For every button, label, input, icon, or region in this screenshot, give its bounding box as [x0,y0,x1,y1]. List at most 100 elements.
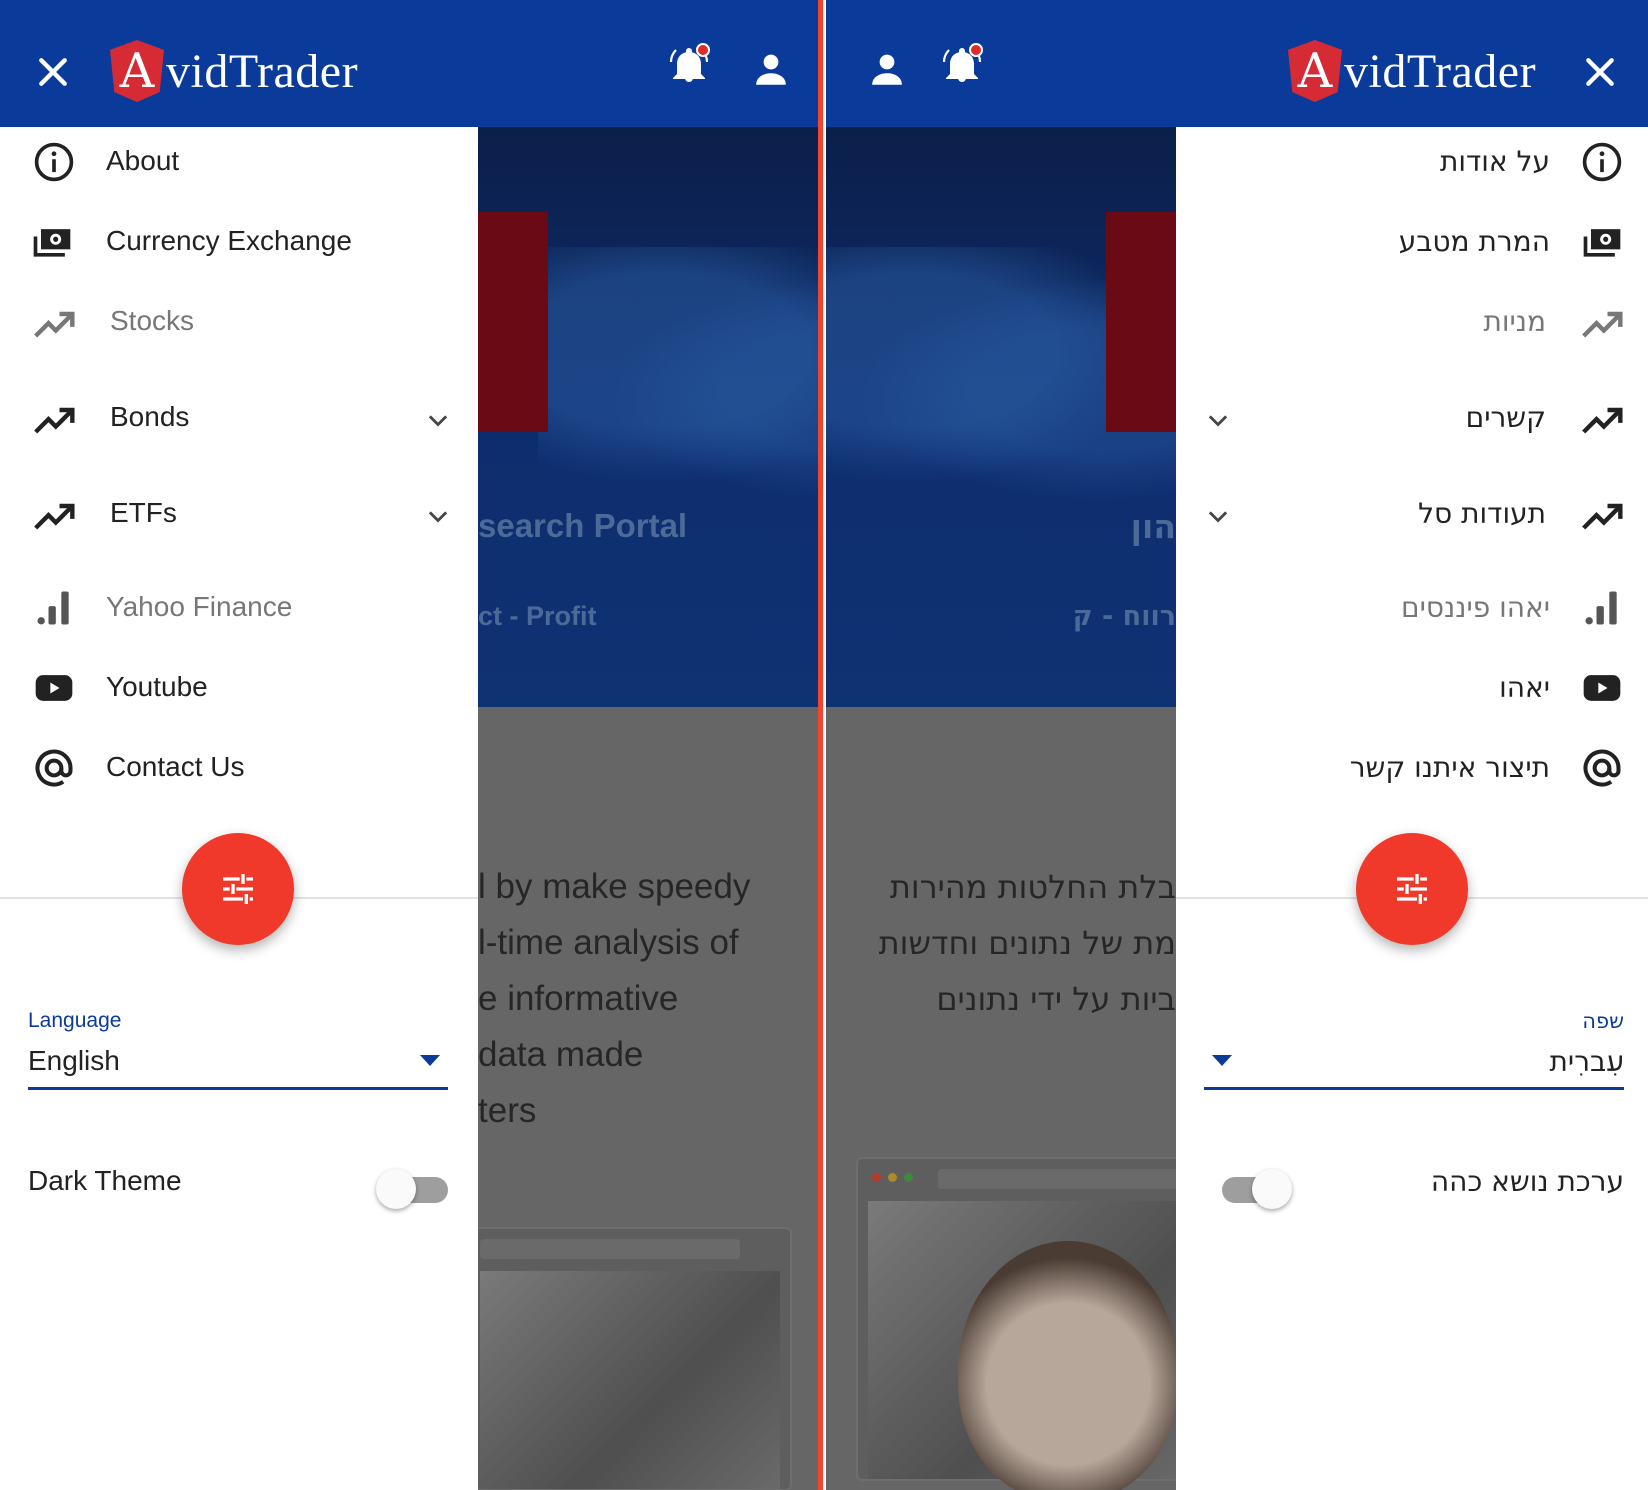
navigation-drawer: About Currency Exchange Stocks Bonds ETF… [0,127,478,1490]
dropdown-arrow-icon[interactable] [420,1055,440,1066]
menu-item-about[interactable]: על אודות [1176,127,1648,197]
english-screen: A vidTrader search Portal ct - Profit l … [0,0,820,1490]
menu-item-yahoo-finance[interactable]: Yahoo Finance [0,573,478,643]
menu-item-currency-exchange[interactable]: Currency Exchange [0,207,478,277]
menu-label: About [106,145,180,176]
paragraph-line: l-time analysis of [478,923,739,962]
notification-bell-icon[interactable] [938,42,986,90]
menu-item-yahoo-finance[interactable]: יאהו פיננסים [1176,573,1648,643]
menu-label: Youtube [106,671,208,702]
browser-mockup [856,1157,1176,1490]
chevron-down-icon[interactable] [424,503,452,531]
language-select[interactable]: עִברִית [1550,1045,1624,1078]
menu-label: יאהו פיננסים [1401,591,1550,624]
hero-heading: search Portal [478,507,688,544]
money-icon [1583,229,1621,257]
intro-paragraph: בלת החלטות מהירות מת של נתונים וחדשות בי… [879,859,1176,1027]
paragraph-line: ביות על ידי נתונים [936,980,1176,1018]
settings-fab-button[interactable] [182,833,294,945]
app-logo: A vidTrader [110,40,358,102]
hero-banner: הון רווח - ק [826,127,1176,707]
info-icon [34,142,74,182]
trending-up-icon [34,311,75,338]
content-section: l by make speedy l-time analysis of e in… [478,707,820,1490]
menu-label: Contact Us [106,751,245,782]
menu-label: Stocks [110,305,195,336]
menu-label: תיצור איתנו קשר [1349,751,1550,784]
menu-item-contact-us[interactable]: תיצור איתנו קשר [1176,733,1648,803]
navigation-drawer: על אודות המרת מטבע מניות קשרים תעודות סל… [1176,127,1648,1490]
hero-logo-shape [1106,212,1176,432]
hero-heading: הון [1130,507,1176,546]
trending-up-icon [1582,311,1623,338]
at-sign-icon [35,749,73,787]
language-underline [28,1087,448,1090]
menu-item-about[interactable]: About [0,127,478,197]
hero-subheading: רווח - ק [1072,601,1176,632]
bar-chart-icon [1585,591,1617,625]
top-app-bar: A vidTrader [0,0,820,127]
intro-paragraph: l by make speedy l-time analysis of e in… [478,859,750,1139]
menu-label: על אודות [1439,145,1550,178]
browser-mockup [478,1227,792,1490]
language-field-label: שפה [1582,1009,1624,1033]
language-select[interactable]: English [28,1045,120,1077]
logo-shield: A [110,40,164,102]
account-icon[interactable] [866,48,908,90]
content-section: בלת החלטות מהירות מת של נתונים וחדשות בי… [826,707,1176,1490]
language-field-label: Language [28,1009,122,1032]
menu-item-etfs[interactable]: תעודות סל [1176,479,1648,549]
page-backdrop: הון רווח - ק בלת החלטות מהירות מת של נתו… [826,127,1176,1490]
close-icon[interactable] [1580,52,1620,92]
trending-up-icon [34,407,75,434]
menu-label: קשרים [1465,401,1546,434]
paragraph-line: מת של נתונים וחדשות [878,924,1176,962]
notification-bell-icon[interactable] [665,42,713,90]
menu-label: תעודות סל [1418,497,1546,530]
comparison-divider [818,0,823,1490]
chevron-down-icon[interactable] [424,407,452,435]
menu-item-contact-us[interactable]: Contact Us [0,733,478,803]
settings-fab-button[interactable] [1356,833,1468,945]
paragraph-line: data made [478,1035,644,1074]
toggle-thumb[interactable] [376,1169,416,1209]
menu-label: Yahoo Finance [106,591,293,622]
menu-item-youtube[interactable]: Youtube [0,653,478,723]
menu-label: ETFs [110,497,177,528]
logo-shield: A [1288,40,1342,102]
world-map [538,247,820,507]
menu-label: מניות [1483,305,1546,338]
close-icon[interactable] [33,52,73,92]
trending-up-icon [1582,503,1623,530]
language-underline [1204,1087,1624,1090]
dark-theme-label: ערכת נושא כהה [1430,1165,1624,1198]
tune-icon [223,874,253,904]
logo-text: vidTrader [166,44,359,98]
dark-theme-label: Dark Theme [28,1165,182,1196]
menu-item-etfs[interactable]: ETFs [0,479,478,549]
menu-item-bonds[interactable]: Bonds [0,383,478,453]
at-sign-icon [1583,749,1621,787]
menu-item-youtube[interactable]: יאהו [1176,653,1648,723]
menu-item-bonds[interactable]: קשרים [1176,383,1648,453]
menu-item-currency-exchange[interactable]: המרת מטבע [1176,207,1648,277]
dropdown-arrow-icon[interactable] [1212,1055,1232,1066]
hero-logo-shape [478,212,548,432]
account-icon[interactable] [750,48,792,90]
trending-up-icon [1582,407,1623,434]
tune-icon [1397,874,1427,904]
paragraph-line: בלת החלטות מהירות [889,868,1176,906]
menu-item-stocks[interactable]: Stocks [0,287,478,357]
page-backdrop: search Portal ct - Profit l by make spee… [478,127,820,1490]
trending-up-icon [34,503,75,530]
menu-label: Currency Exchange [106,225,352,256]
paragraph-line: l by make speedy [478,867,751,906]
top-app-bar: A vidTrader [826,0,1648,127]
menu-label: Bonds [110,401,190,432]
menu-item-stocks[interactable]: מניות [1176,287,1648,357]
bar-chart-icon [37,591,69,625]
chevron-down-icon[interactable] [1204,503,1232,531]
toggle-thumb[interactable] [1252,1169,1292,1209]
chevron-down-icon[interactable] [1204,407,1232,435]
money-icon [33,229,71,257]
